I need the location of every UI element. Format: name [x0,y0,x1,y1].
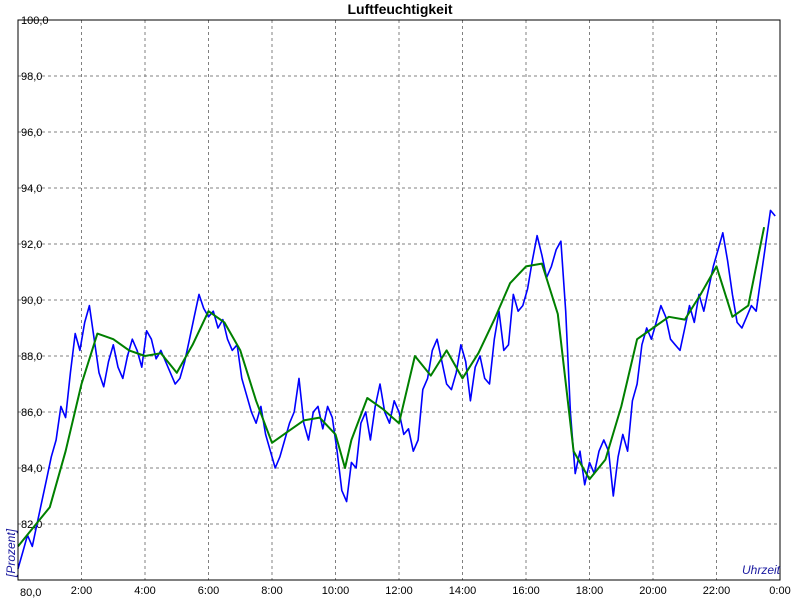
x-tick-label: 0:00 [769,585,790,597]
corner-tick-label: 80,0 [20,587,41,599]
chart-title: Luftfeuchtigkeit [348,1,453,17]
x-tick-label: 20:00 [639,585,667,597]
y-tick-label: 100,0 [21,15,49,27]
y-tick-label: 92,0 [21,239,42,251]
series-lines [17,209,776,570]
y-tick-label: 84,0 [21,463,42,475]
x-tick-label: 10:00 [322,585,350,597]
x-tick-label: 4:00 [134,585,155,597]
y-tick-label: 86,0 [21,407,42,419]
x-tick-label: 12:00 [385,585,413,597]
y-tick-label: 96,0 [21,127,42,139]
y-tick-label: 88,0 [21,351,42,363]
x-tick-label: 16:00 [512,585,540,597]
series-line-measured [17,209,776,570]
y-tick-label: 94,0 [21,183,42,195]
y-axis-label: [Prozent] [4,528,18,578]
x-tick-label: 8:00 [261,585,282,597]
grid [18,20,780,580]
x-tick-label: 2:00 [71,585,92,597]
x-axis-label: Uhrzeit [742,563,781,577]
x-tick-label: 6:00 [198,585,219,597]
y-tick-label: 90,0 [21,295,42,307]
humidity-chart: Luftfeuchtigkeit 2:00 4:00 6:00 8:00 10:00 12… [4,1,791,599]
tick-labels: 2:00 4:00 6:00 8:00 10:00 12:00 14:00 16:00 18:0… [21,15,791,597]
series-line-smoothed [17,227,766,548]
x-tick-label: 18:00 [576,585,604,597]
x-tick-label: 14:00 [449,585,477,597]
x-tick-label: 22:00 [703,585,731,597]
y-tick-label: 98,0 [21,71,42,83]
